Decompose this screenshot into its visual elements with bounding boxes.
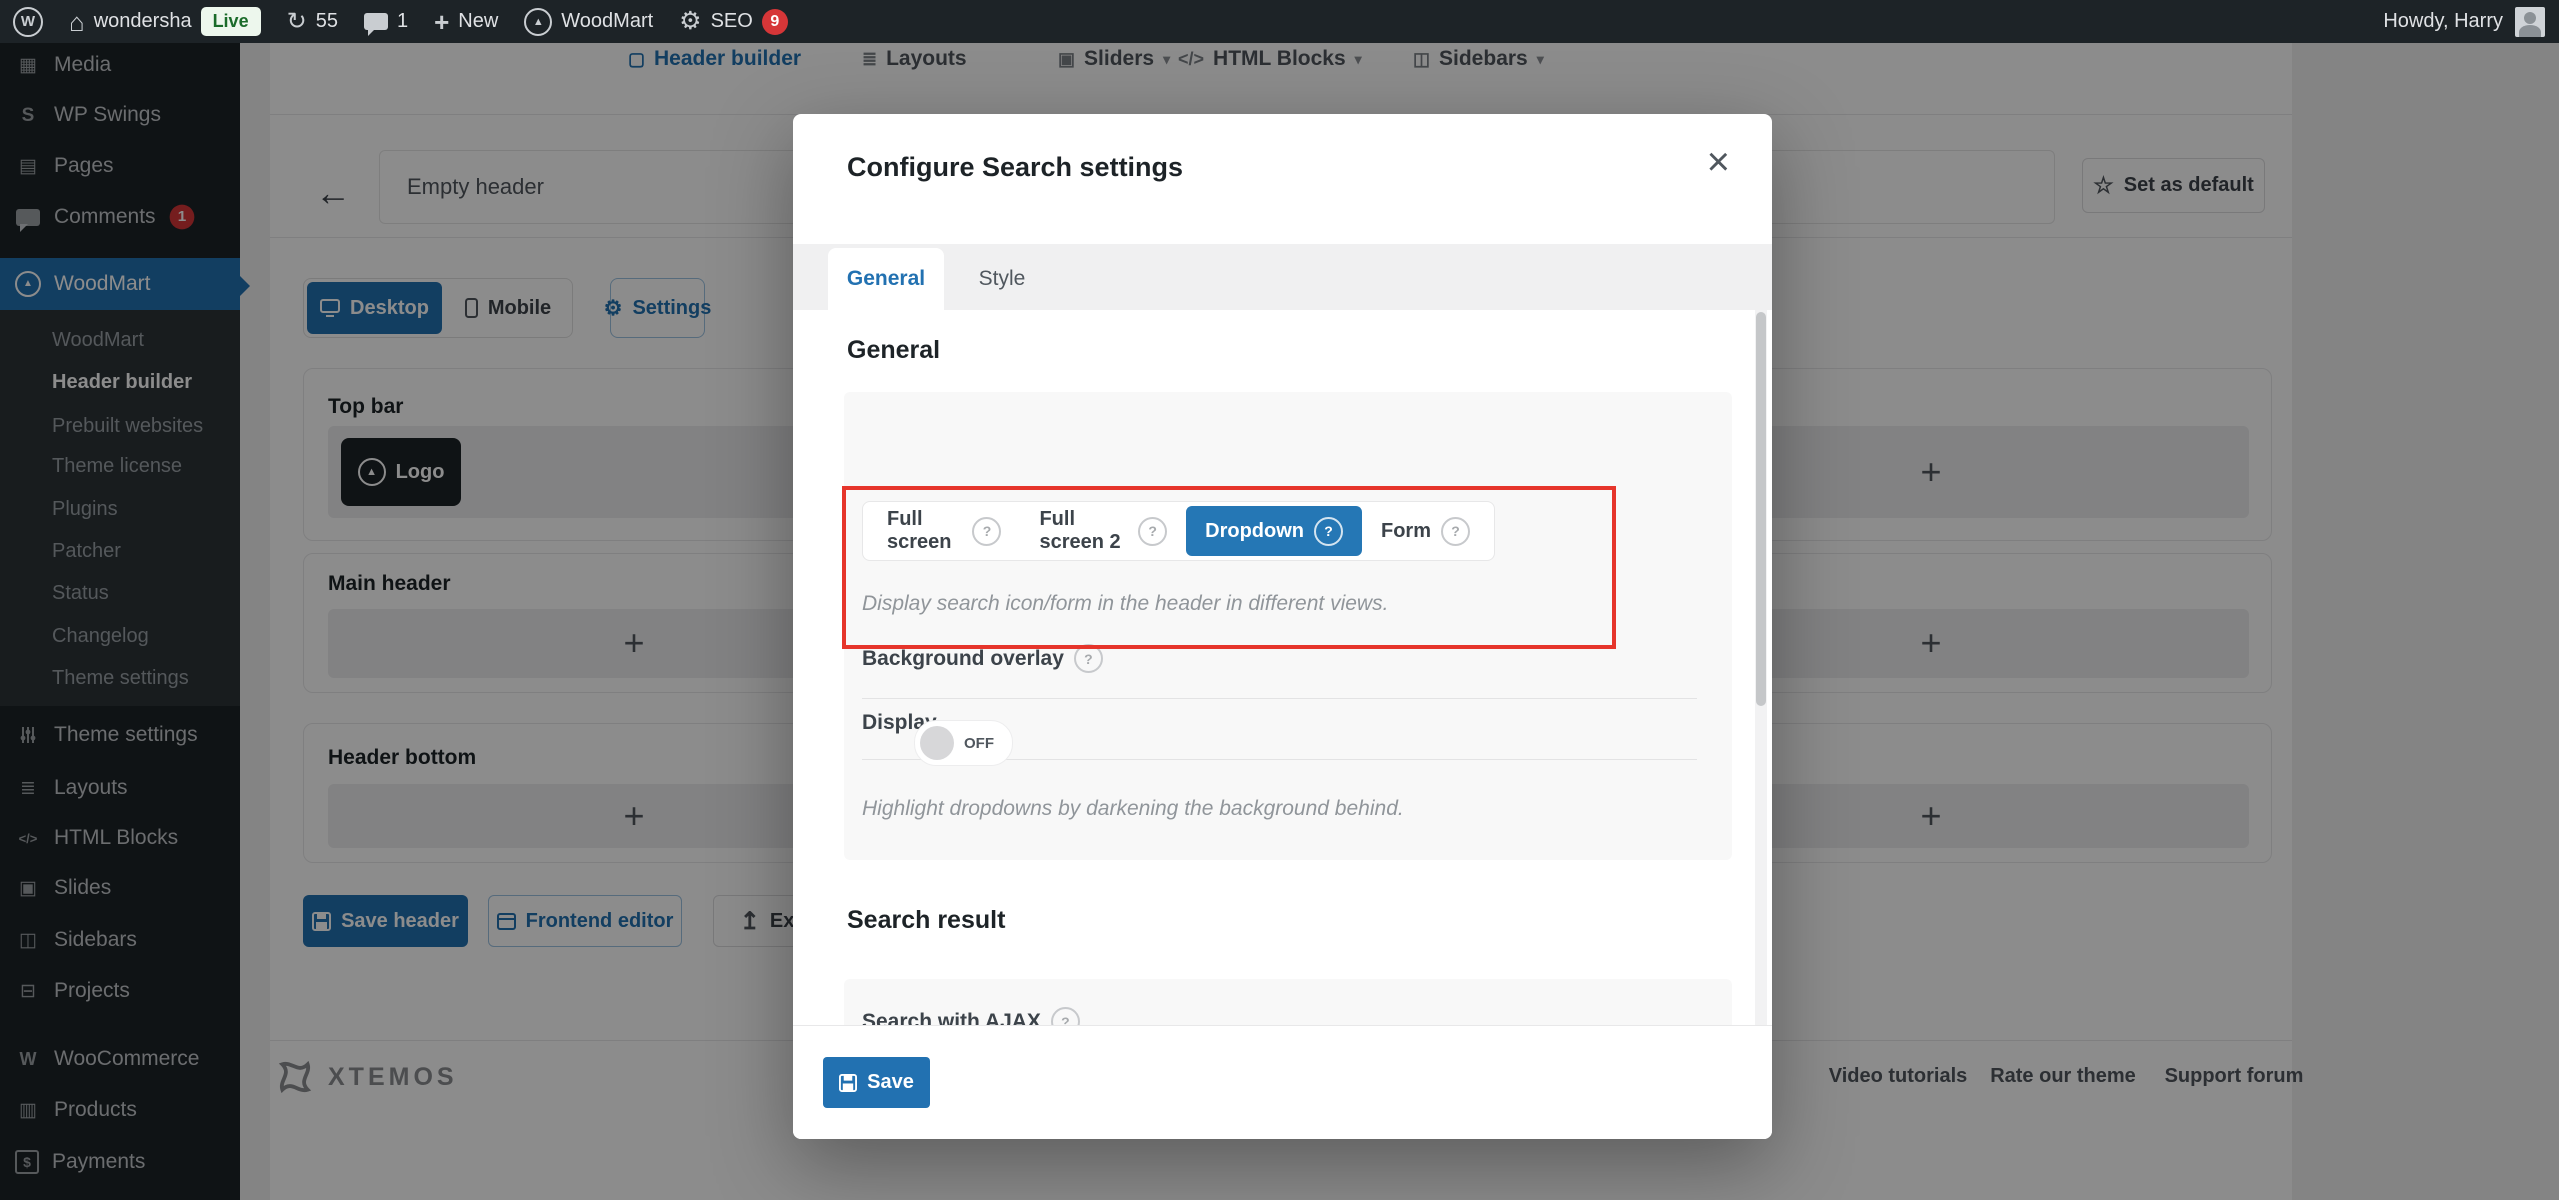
gear-icon: ⚙ — [679, 9, 701, 34]
option-full-screen-2[interactable]: Full screen 2 ? — [1020, 506, 1186, 556]
account-menu[interactable]: Howdy, Harry — [2383, 7, 2545, 37]
toggle-knob — [920, 726, 954, 760]
comment-icon — [364, 13, 388, 30]
section-heading-general: General — [847, 336, 940, 365]
help-icon[interactable]: ? — [1074, 644, 1103, 673]
modal-tab-bar: General Style — [793, 244, 1772, 310]
modal-title: Configure Search settings — [847, 152, 1183, 183]
tab-style[interactable]: Style — [944, 248, 1060, 310]
woodmart-menu[interactable]: ▲ WoodMart — [524, 8, 653, 36]
toggle-state: OFF — [964, 735, 994, 752]
tab-general[interactable]: General — [828, 248, 944, 310]
page: ▢ Header builder ≣ Layouts ▣ Sliders ▾ <… — [0, 0, 2559, 1200]
display-settings-panel: Display Full screen ? Full screen 2 ? Dr… — [844, 392, 1732, 860]
divider — [862, 698, 1697, 699]
background-overlay-toggle[interactable]: OFF — [914, 720, 1013, 766]
background-overlay-hint: Highlight dropdowns by darkening the bac… — [862, 797, 1404, 821]
home-icon: ⌂ — [69, 9, 85, 35]
site-name-menu[interactable]: ⌂ wondersha Live — [69, 7, 261, 36]
refresh-icon: ↻ — [287, 10, 307, 34]
woodmart-logo-icon: ▲ — [524, 8, 552, 36]
live-badge: Live — [201, 7, 261, 36]
seo-notification-badge: 9 — [762, 9, 788, 35]
section-heading-search-result: Search result — [847, 906, 1005, 935]
configure-search-settings-modal: Configure Search settings × General Styl… — [793, 114, 1772, 1139]
option-full-screen[interactable]: Full screen ? — [868, 506, 1020, 556]
close-icon[interactable]: × — [1707, 142, 1730, 182]
new-content-menu[interactable]: + New — [434, 9, 498, 35]
seo-menu[interactable]: ⚙ SEO 9 — [679, 9, 788, 35]
help-icon[interactable]: ? — [1138, 517, 1167, 546]
option-dropdown-selected[interactable]: Dropdown ? — [1186, 506, 1362, 556]
help-icon[interactable]: ? — [1314, 517, 1343, 546]
avatar — [2515, 7, 2545, 37]
admin-bar: W ⌂ wondersha Live ↻ 55 1 + New ▲ WoodMa… — [0, 0, 2559, 43]
display-options-group: Full screen ? Full screen 2 ? Dropdown ?… — [862, 501, 1495, 561]
updates-menu[interactable]: ↻ 55 — [287, 10, 338, 34]
modal-footer: Save — [793, 1025, 1772, 1139]
wordpress-menu[interactable]: W — [13, 7, 43, 37]
help-icon[interactable]: ? — [1441, 517, 1470, 546]
modal-scrollbar-thumb[interactable] — [1756, 312, 1766, 706]
wordpress-logo-icon: W — [13, 7, 43, 37]
option-form[interactable]: Form ? — [1362, 506, 1489, 556]
background-overlay-label: Background overlay ? — [862, 644, 1103, 673]
comments-menu[interactable]: 1 — [364, 10, 408, 33]
save-button[interactable]: Save — [823, 1057, 930, 1108]
display-hint: Display search icon/form in the header i… — [862, 592, 1388, 616]
save-icon — [839, 1074, 857, 1092]
help-icon[interactable]: ? — [972, 517, 1001, 546]
plus-icon: + — [434, 9, 449, 35]
